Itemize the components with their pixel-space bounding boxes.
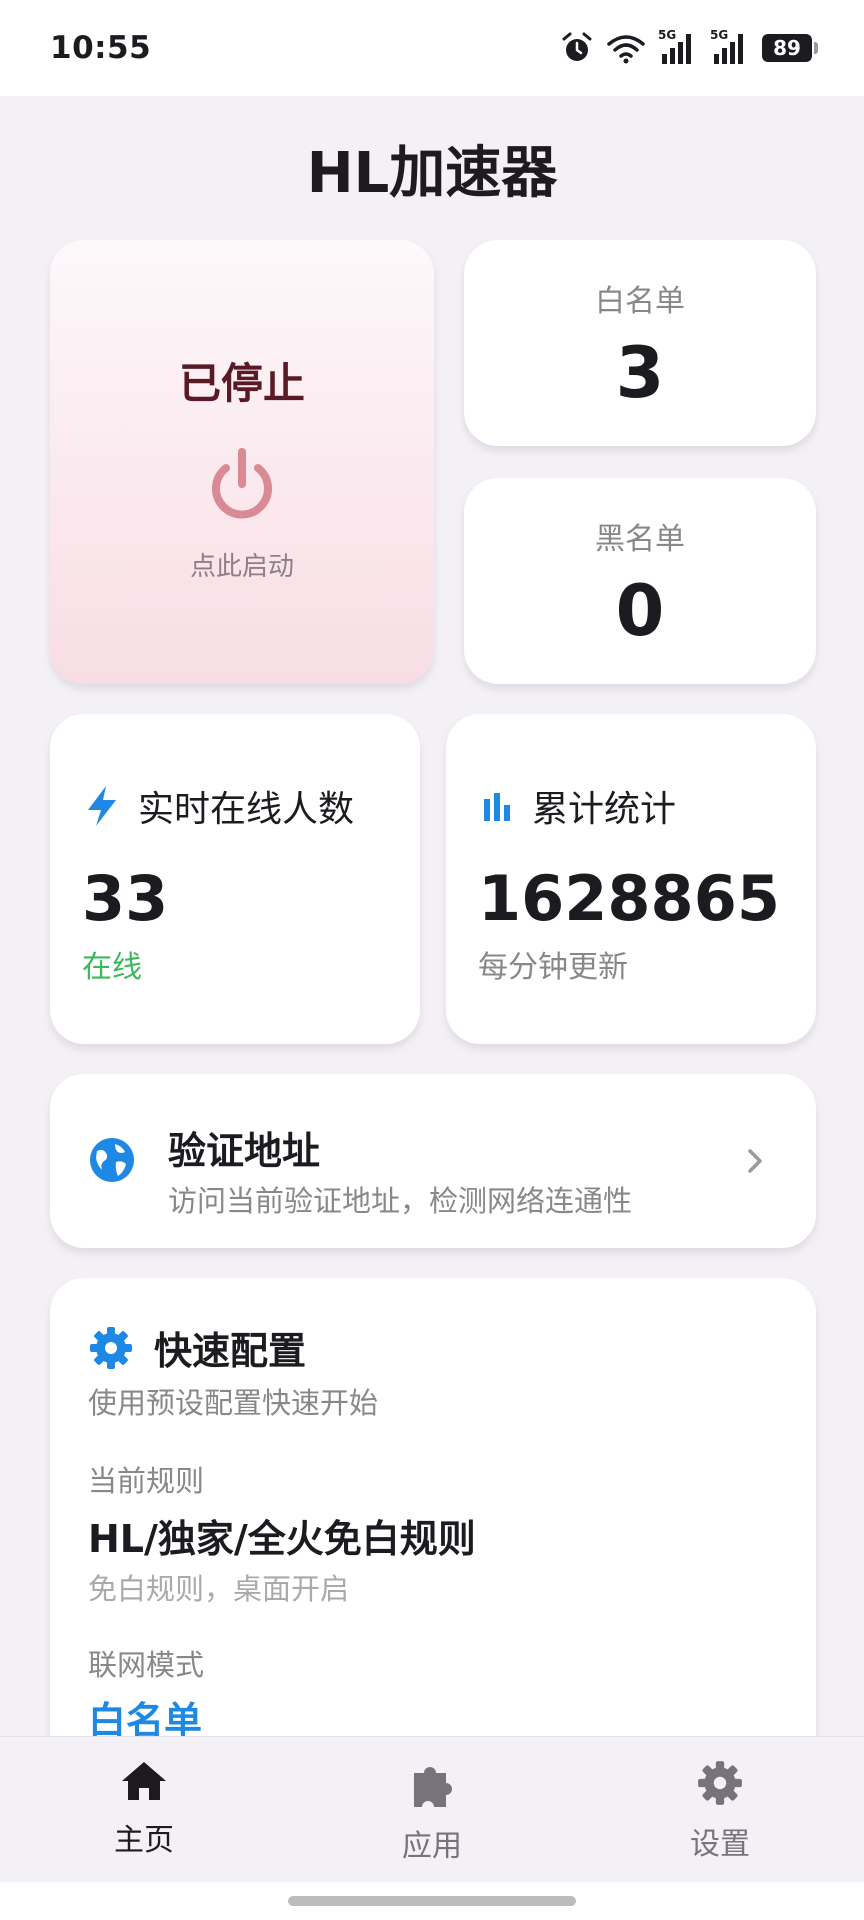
online-users-card: 实时在线人数 33 在线 <box>50 714 420 1044</box>
nav-item-settings[interactable]: 设置 <box>620 1759 820 1863</box>
blacklist-card[interactable]: 黑名单 0 <box>464 478 816 684</box>
power-hint: 点此启动 <box>189 552 294 582</box>
power-toggle-card[interactable]: 已停止 点此启动 <box>50 240 434 684</box>
bottom-nav: 主页 应用 设置 <box>0 1736 864 1882</box>
gesture-area <box>0 1882 864 1920</box>
cumulative-stats-note: 每分钟更新 <box>478 950 628 985</box>
cumulative-stats-header: 累计统计 <box>480 780 676 832</box>
signal-icon: 5G <box>710 28 750 66</box>
power-icon <box>212 448 272 519</box>
current-rule-description: 免白规则，桌面开启 <box>88 1572 350 1606</box>
nav-item-apps[interactable]: 应用 <box>332 1759 532 1865</box>
settings-icon <box>698 1761 742 1805</box>
online-users-label: 实时在线人数 <box>138 789 355 830</box>
puzzle-icon <box>414 1767 452 1807</box>
home-icon <box>122 1762 166 1800</box>
cumulative-stats-count: 1628865 <box>478 862 780 935</box>
nav-label-home: 主页 <box>114 1823 174 1858</box>
verify-address-card[interactable]: 验证地址 访问当前验证地址，检测网络连通性 <box>50 1074 816 1248</box>
nav-label-apps: 应用 <box>402 1829 462 1864</box>
verify-description: 访问当前验证地址，检测网络连通性 <box>168 1184 633 1218</box>
cumulative-stats-label: 累计统计 <box>532 789 677 830</box>
page-title: HL加速器 <box>306 141 558 206</box>
status-time: 10:55 <box>50 30 152 66</box>
quick-config-header: 快速配置 <box>88 1320 306 1375</box>
quick-config-subtitle: 使用预设配置快速开始 <box>88 1386 379 1420</box>
whitelist-count: 3 <box>615 332 665 414</box>
power-status: 已停止 <box>178 359 305 408</box>
current-rule-label: 当前规则 <box>88 1464 205 1498</box>
online-status: 在线 <box>82 950 142 985</box>
alarm-icon <box>562 32 592 61</box>
current-rule-value: HL/独家/全火免白规则 <box>88 1517 476 1561</box>
whitelist-card[interactable]: 白名单 3 <box>464 240 816 446</box>
signal-icon: 5G <box>658 28 698 66</box>
online-users-count: 33 <box>82 862 169 935</box>
network-mode-label: 联网模式 <box>88 1648 205 1682</box>
quick-config-title: 快速配置 <box>154 1329 307 1373</box>
globe-icon <box>90 1138 134 1182</box>
gesture-handle[interactable] <box>288 1896 576 1906</box>
whitelist-label: 白名单 <box>595 284 685 319</box>
nav-item-home[interactable]: 主页 <box>44 1759 244 1859</box>
battery-icon: 89 <box>762 34 818 62</box>
blacklist-label: 黑名单 <box>595 522 685 557</box>
gear-icon <box>90 1326 132 1369</box>
cumulative-stats-card: 累计统计 1628865 每分钟更新 <box>446 714 816 1044</box>
chevron-right-icon <box>748 1149 762 1173</box>
verify-title: 验证地址 <box>168 1129 321 1173</box>
status-icons: 5G 5G 89 <box>560 28 818 68</box>
lightning-icon <box>88 786 116 826</box>
wifi-icon <box>607 35 645 64</box>
blacklist-count: 0 <box>615 570 665 652</box>
quick-config-card[interactable]: 快速配置 使用预设配置快速开始 当前规则 HL/独家/全火免白规则 免白规则，桌… <box>50 1278 816 1798</box>
bar-chart-icon <box>484 793 510 821</box>
online-users-header: 实时在线人数 <box>84 780 354 832</box>
status-bar: 10:55 5G 5G 89 <box>0 0 864 96</box>
nav-label-settings: 设置 <box>690 1827 750 1862</box>
